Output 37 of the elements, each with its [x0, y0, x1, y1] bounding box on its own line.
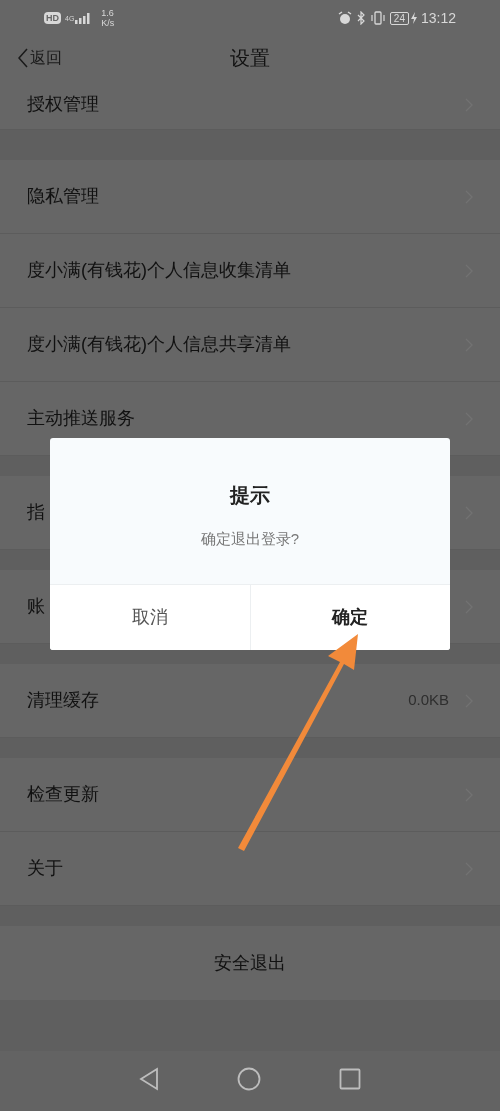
- clock-time: 13:12: [420, 8, 456, 28]
- row-label: 指: [27, 501, 45, 524]
- battery-level: 24: [389, 11, 409, 25]
- dialog-title: 提示: [230, 482, 270, 508]
- row-label: 度小满(有钱花)个人信息收集清单: [27, 259, 291, 282]
- recents-nav-icon[interactable]: [339, 1068, 361, 1090]
- page-title: 设置: [230, 46, 270, 71]
- hd-badge: HD: [44, 12, 61, 24]
- settings-row[interactable]: 检查更新: [0, 758, 500, 832]
- cancel-button[interactable]: 取消: [50, 584, 250, 650]
- row-label: 授权管理: [27, 93, 99, 116]
- row-label: 隐私管理: [27, 185, 99, 208]
- row-label: 关于: [27, 857, 63, 880]
- dialog-message: 确定退出登录?: [200, 528, 300, 549]
- home-nav-icon[interactable]: [237, 1067, 261, 1091]
- row-label: 主动推送服务: [27, 407, 135, 430]
- confirm-button[interactable]: 确定: [249, 584, 450, 650]
- settings-row[interactable]: 清理缓存 0.0KB: [0, 664, 500, 738]
- row-value: 0.0KB: [408, 690, 449, 711]
- row-label: 账: [27, 595, 45, 618]
- vibrate-icon: [369, 11, 386, 25]
- row-label: 度小满(有钱花)个人信息共享清单: [27, 333, 291, 356]
- settings-row[interactable]: 授权管理: [0, 80, 500, 130]
- settings-row[interactable]: 关于: [0, 832, 500, 906]
- bluetooth-icon: [355, 11, 366, 25]
- settings-row[interactable]: 度小满(有钱花)个人信息收集清单: [0, 234, 500, 308]
- row-label: 检查更新: [27, 783, 99, 806]
- row-label: 清理缓存: [27, 689, 99, 712]
- logout-button[interactable]: 安全退出: [0, 926, 500, 1000]
- settings-row[interactable]: 隐私管理: [0, 160, 500, 234]
- back-button[interactable]: 返回: [18, 46, 62, 70]
- alarm-icon: [337, 11, 352, 25]
- network-speed: K/s: [101, 18, 115, 28]
- charging-icon: [410, 12, 417, 24]
- back-nav-icon[interactable]: [139, 1067, 159, 1091]
- settings-row[interactable]: 度小满(有钱花)个人信息共享清单: [0, 308, 500, 382]
- network-speed: 1.6: [101, 8, 115, 18]
